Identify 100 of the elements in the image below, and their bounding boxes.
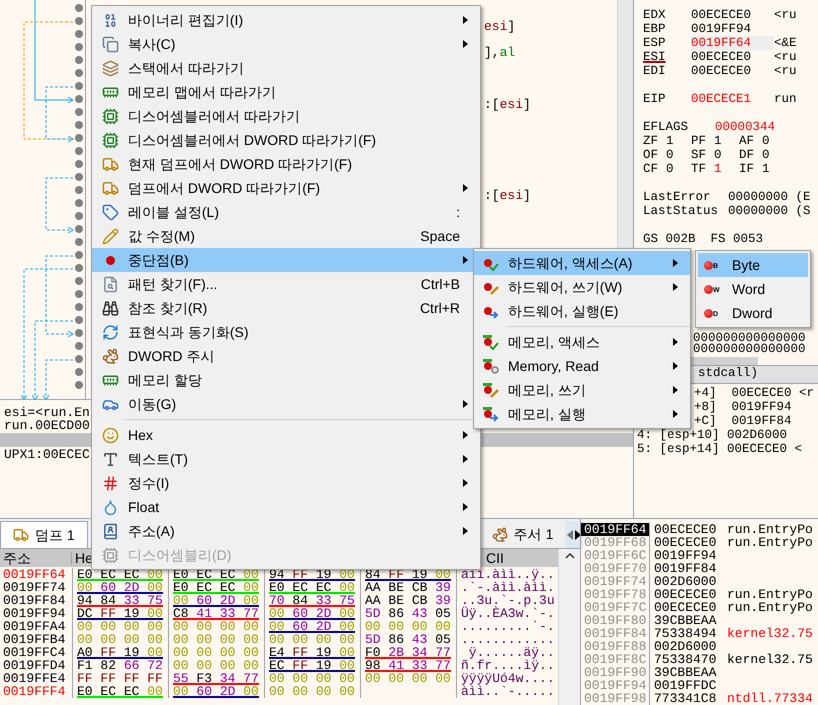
column-header: CII — [485, 552, 504, 564]
scroll-up-icon[interactable] — [564, 553, 574, 559]
stack-value: 0019FF94 — [649, 549, 723, 562]
register-comment: <&E — [774, 36, 797, 50]
menu-item[interactable]: 바이너리 편집기(I) — [92, 8, 480, 32]
stack-comment: run.EntryPo — [726, 523, 813, 536]
dump-address: 0019FFB4 — [2, 633, 66, 646]
menu-item[interactable]: 디스어셈블러에서 DWORD 따라가기(F) — [92, 128, 480, 152]
menu-item[interactable]: 텍스트(T) — [92, 447, 480, 471]
submenu-arrow-icon — [463, 503, 468, 511]
submenu-arrow-icon — [673, 386, 678, 394]
number-icon — [102, 474, 118, 492]
menu-item[interactable]: 하드웨어, 액세스(A) — [474, 251, 690, 275]
register-value: 00ECECE0 — [691, 50, 752, 64]
address-book-icon — [102, 522, 118, 540]
hex-bytes: E0 EC EC 00 — [269, 581, 355, 594]
stack-value: 00ECECE0 — [649, 523, 723, 536]
code-text: esi] — [484, 19, 516, 34]
ascii-text: ñ.fr....ìÿ.. — [456, 659, 555, 672]
register-comment: run — [774, 92, 797, 106]
hex-bytes: E0 EC EC 00 — [173, 581, 259, 594]
hex-bytes: 00 00 00 00 — [77, 633, 163, 646]
menu-item[interactable]: Hex — [92, 423, 480, 447]
register-value: 00000000 (S — [728, 204, 811, 218]
hex-bytes: 55 F3 34 77 — [173, 672, 259, 685]
submenu-arrow-icon — [463, 527, 468, 535]
menu-item[interactable]: Float — [92, 495, 480, 519]
hex-bytes: 00 00 00 00 — [365, 672, 451, 685]
flag-value: 0 — [666, 162, 674, 176]
hex-bytes: 00 00 00 00 — [269, 672, 355, 685]
stack-value: 00ECECE0 — [649, 536, 723, 549]
ascii-text: Üÿ..ÈA3w.`-. — [456, 607, 555, 620]
code-text: ],al — [484, 45, 516, 60]
call-stack-row: +4] 00ECECE0 <r — [694, 386, 814, 400]
menu-item[interactable]: 덤프에서 DWORD 따라가기(F) — [92, 176, 480, 200]
menu-item[interactable]: 레이블 설정(L) : — [92, 200, 480, 224]
dump-address: 0019FF84 — [2, 594, 66, 607]
ascii-text: .`-.àìì.àìì. — [456, 581, 555, 594]
call-stack-row: 4: [esp+10] 002D6000 — [637, 428, 788, 442]
flag-value: 0 — [666, 148, 674, 162]
stack-comment: kernel32.75 — [726, 627, 813, 640]
flag-name: PF — [691, 134, 706, 148]
submenu-arrow-icon — [673, 259, 678, 267]
menu-item[interactable]: 현재 덤프에서 DWORD 따라가기(F) — [92, 152, 480, 176]
ascii-text: ÿÿÿÿUó4w.... — [456, 672, 555, 685]
register-name: LastError — [643, 190, 712, 204]
stack-comment: run.EntryPo — [726, 601, 813, 614]
register-name: EDI — [643, 64, 667, 78]
menu-item[interactable]: 메모리 맵에서 따라가기 — [92, 80, 480, 104]
dump-address: 0019FF64 — [2, 568, 66, 581]
chip-icon — [102, 132, 118, 148]
tag-icon — [102, 204, 118, 220]
submenu-arrow-icon — [463, 184, 468, 192]
hex-bytes: 00 00 00 00 — [269, 685, 355, 698]
flag-name: SF — [691, 148, 706, 162]
register-name: EFLAGS — [643, 120, 690, 134]
flag-value: 1 — [762, 162, 770, 176]
copy-icon — [102, 36, 118, 52]
call-stack-header: stdcall) — [698, 366, 758, 380]
hex-bytes: DC FF 19 00 — [77, 607, 163, 620]
submenu-arrow-icon — [463, 256, 468, 264]
pencil-icon — [102, 228, 118, 244]
hex-bytes: 5D 86 43 05 — [365, 607, 451, 620]
refresh-icon — [102, 324, 118, 340]
animal-icon — [492, 526, 508, 542]
menu-item[interactable]: 스택에서 따라가기 — [92, 56, 480, 80]
menu-item[interactable]: 값 수정(M) Space — [92, 224, 480, 248]
flag-name: IF — [739, 162, 754, 176]
dump-address: 0019FFD4 — [2, 659, 66, 672]
chip-icon — [102, 108, 118, 124]
dump-tab[interactable]: 덤프 1 — [0, 521, 88, 548]
menu-item[interactable]: 디스어셈블러에서 따라가기 — [92, 104, 480, 128]
ascii-text: ÿ......äÿ.. — [456, 646, 555, 659]
menu-item[interactable]: 복사(C) — [92, 32, 480, 56]
register-value: 00ECECE0 — [691, 8, 752, 22]
flag-value: 0 — [714, 148, 722, 162]
flag-value: 1 — [714, 162, 722, 176]
code-text: :[esi] — [484, 188, 531, 203]
submenu-arrow-icon — [463, 455, 468, 463]
menu-item[interactable]: 주소(A) — [92, 519, 480, 543]
hex-bytes: C8 41 33 77 — [173, 607, 259, 620]
register-value: 0019FF64 — [691, 36, 774, 50]
scroll-right-icon[interactable] — [575, 530, 582, 540]
menu-item[interactable]: 정수(I) — [92, 471, 480, 495]
info-text: run.00ECD00 — [4, 419, 90, 432]
stack-value: 00ECECE0 — [649, 588, 723, 601]
stack-value: 0019FF84 — [649, 562, 723, 575]
submenu-arrow-icon — [673, 338, 678, 346]
register-name: EBP — [643, 22, 667, 36]
register-value: 00ECECE1 — [691, 92, 752, 106]
truck-icon — [13, 527, 29, 543]
code-text: :[esi] — [484, 97, 531, 112]
submenu-arrow-icon — [673, 362, 678, 370]
dump-address: 0019FFC4 — [2, 646, 66, 659]
hex-bytes: 98 41 33 77 — [365, 659, 451, 672]
column-header: 주소 — [0, 552, 72, 564]
hex-bytes: 00 00 00 00 — [173, 646, 259, 659]
breakpoint-icon — [106, 256, 114, 264]
ascii-text: ..3u.`-.p.3u — [456, 594, 555, 607]
dump-address: 0019FFE4 — [2, 672, 66, 685]
